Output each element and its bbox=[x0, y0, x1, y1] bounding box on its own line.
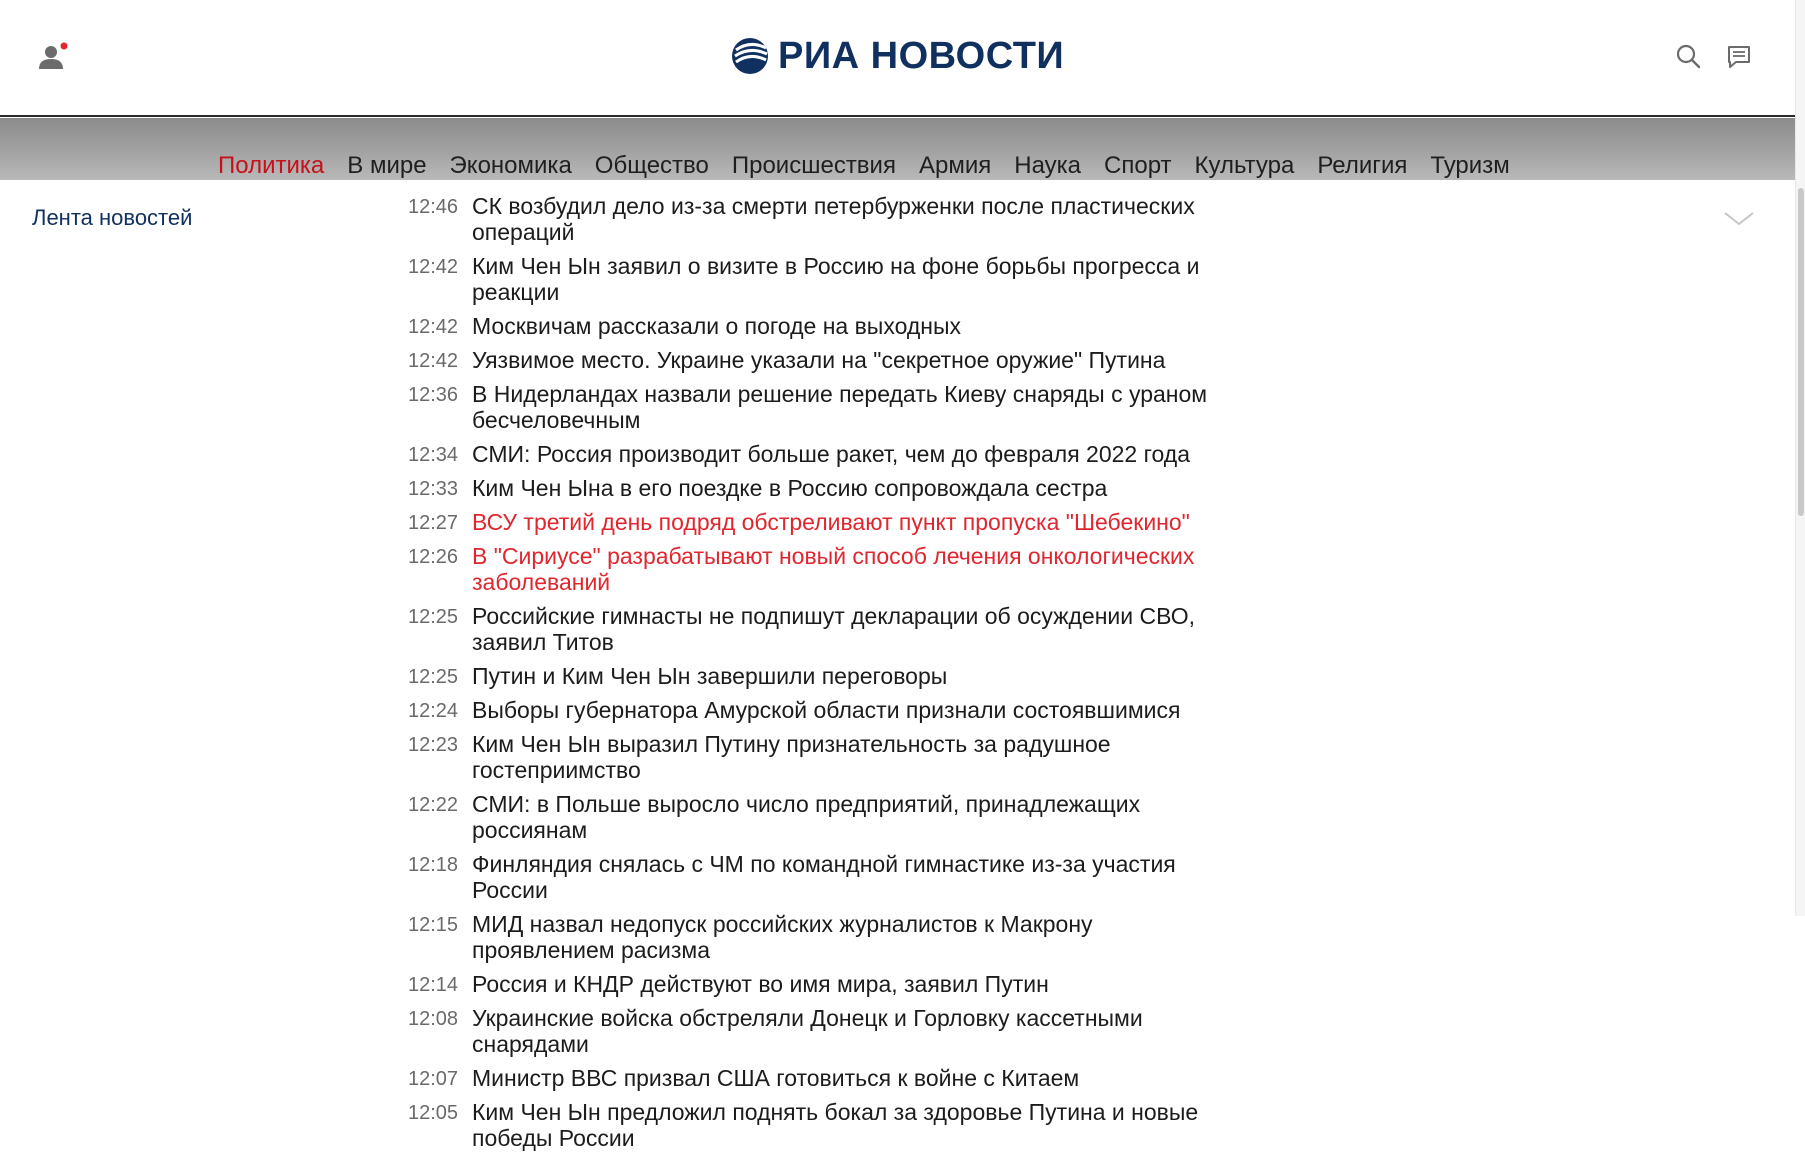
news-time: 12:25 bbox=[408, 606, 459, 628]
news-headline-link[interactable]: Ким Чен Ына в его поездке в Россию сопро… bbox=[472, 475, 1107, 501]
news-item[interactable]: 12:05 Ким Чен Ын предложил поднять бокал … bbox=[408, 1099, 1428, 1151]
nav-item[interactable]: Экономика bbox=[450, 152, 572, 180]
news-headline-link[interactable]: СК возбудил дело из-за смерти петербурже… bbox=[472, 193, 1212, 245]
news-time: 12:23 bbox=[408, 734, 459, 756]
news-time: 12:42 bbox=[408, 316, 459, 338]
nav-item[interactable]: Религия bbox=[1317, 152, 1407, 180]
nav-item[interactable]: Туризм bbox=[1430, 152, 1509, 180]
news-headline-link[interactable]: СМИ: в Польше выросло число предприятий,… bbox=[472, 791, 1212, 843]
news-headline-link[interactable]: В Нидерландах назвали решение передать К… bbox=[472, 381, 1212, 433]
news-time: 12:25 bbox=[408, 666, 459, 688]
news-time: 12:05 bbox=[408, 1102, 459, 1124]
search-icon bbox=[1676, 44, 1701, 69]
news-time: 12:27 bbox=[408, 512, 459, 534]
news-item[interactable]: 12:24 Выборы губернатора Амурской области… bbox=[408, 697, 1428, 723]
news-item[interactable]: 12:25 Путин и Ким Чен Ын завершили перего… bbox=[408, 663, 1428, 689]
news-time: 12:34 bbox=[408, 444, 459, 466]
news-headline-link[interactable]: Путин и Ким Чен Ын завершили переговоры bbox=[472, 663, 947, 689]
news-time: 12:46 bbox=[408, 196, 459, 218]
nav-item[interactable]: Общество bbox=[595, 152, 709, 180]
news-item[interactable]: 12:27 ВСУ третий день подряд обстреливают… bbox=[408, 509, 1428, 535]
expand-feed-button[interactable] bbox=[1722, 208, 1756, 230]
news-time: 12:24 bbox=[408, 700, 459, 722]
news-item[interactable]: 12:18 Финляндия снялась с ЧМ по командной… bbox=[408, 851, 1428, 903]
news-headline-link[interactable]: СМИ: Россия производит больше ракет, чем… bbox=[472, 441, 1190, 467]
news-item[interactable]: 12:22 СМИ: в Польше выросло число предпри… bbox=[408, 791, 1428, 843]
chat-icon bbox=[1728, 46, 1750, 68]
site-header: РИА НОВОСТИ bbox=[0, 0, 1795, 117]
news-feed-list: 12:46 СК возбудил дело из-за смерти петер… bbox=[408, 193, 1428, 1159]
news-item[interactable]: 12:07 Министр ВВС призвал США готовиться … bbox=[408, 1065, 1428, 1091]
notification-dot bbox=[60, 42, 68, 50]
news-headline-link[interactable]: В "Сириусе" разрабатывают новый способ л… bbox=[472, 543, 1212, 595]
news-headline-link[interactable]: Россия и КНДР действуют во имя мира, зая… bbox=[472, 971, 1049, 997]
news-time: 12:42 bbox=[408, 256, 459, 278]
news-headline-link[interactable]: Министр ВВС призвал США готовиться к вой… bbox=[472, 1065, 1079, 1091]
news-item[interactable]: 12:36 В Нидерландах назвали решение перед… bbox=[408, 381, 1428, 433]
news-time: 12:14 bbox=[408, 974, 459, 996]
news-headline-link[interactable]: Российские гимнасты не подпишут декларац… bbox=[472, 603, 1212, 655]
nav-item[interactable]: Армия bbox=[919, 152, 991, 180]
news-item[interactable]: 12:25 Российские гимнасты не подпишут дек… bbox=[408, 603, 1428, 655]
user-account-button[interactable] bbox=[36, 42, 70, 72]
nav-item[interactable]: Происшествия bbox=[732, 152, 896, 180]
news-item[interactable]: 12:08 Украинские войска обстреляли Донецк… bbox=[408, 1005, 1428, 1057]
news-item[interactable]: 12:42 Уязвимое место. Украине указали на … bbox=[408, 347, 1428, 373]
category-nav: Политика В мире Экономика Общество Происшест… bbox=[0, 118, 1795, 180]
category-nav-items: Политика В мире Экономика Общество Происшест… bbox=[218, 152, 1533, 180]
news-feed-title[interactable]: Лента новостей bbox=[32, 205, 192, 231]
news-time: 12:18 bbox=[408, 854, 459, 876]
news-item[interactable]: 12:26 В "Сириусе" разрабатывают новый спо… bbox=[408, 543, 1428, 595]
news-headline-link[interactable]: Ким Чен Ын предложил поднять бокал за зд… bbox=[472, 1099, 1212, 1151]
nav-item[interactable]: Культура bbox=[1195, 152, 1295, 180]
nav-item[interactable]: В мире bbox=[347, 152, 426, 180]
news-item[interactable]: 12:42 Ким Чен Ын заявил о визите в Россию… bbox=[408, 253, 1428, 305]
news-time: 12:07 bbox=[408, 1068, 459, 1090]
user-icon bbox=[39, 42, 68, 69]
chevron-down-icon bbox=[1724, 212, 1754, 226]
news-headline-link[interactable]: Финляндия снялась с ЧМ по командной гимн… bbox=[472, 851, 1212, 903]
news-item[interactable]: 12:23 Ким Чен Ын выразил Путину признател… bbox=[408, 731, 1428, 783]
news-item[interactable]: 12:14 Россия и КНДР действуют во имя мира… bbox=[408, 971, 1428, 997]
news-headline-link[interactable]: Уязвимое место. Украине указали на "секр… bbox=[472, 347, 1165, 373]
nav-item[interactable]: Спорт bbox=[1104, 152, 1172, 180]
nav-item[interactable]: Политика bbox=[218, 152, 324, 180]
news-item[interactable]: 12:42 Москвичам рассказали о погоде на вы… bbox=[408, 313, 1428, 339]
search-button[interactable] bbox=[1674, 42, 1704, 72]
logo-text: РИА НОВОСТИ bbox=[778, 34, 1065, 77]
news-item[interactable]: 12:46 СК возбудил дело из-за смерти петер… bbox=[408, 193, 1428, 245]
news-item[interactable]: 12:34 СМИ: Россия производит больше ракет… bbox=[408, 441, 1428, 467]
news-time: 12:15 bbox=[408, 914, 459, 936]
news-time: 12:26 bbox=[408, 546, 459, 568]
news-item[interactable]: 12:15 МИД назвал недопуск российских журн… bbox=[408, 911, 1428, 963]
news-headline-link[interactable]: ВСУ третий день подряд обстреливают пунк… bbox=[472, 509, 1190, 535]
chat-button[interactable] bbox=[1724, 42, 1754, 72]
news-time: 12:42 bbox=[408, 350, 459, 372]
news-headline-link[interactable]: Ким Чен Ын выразил Путину признательност… bbox=[472, 731, 1212, 783]
news-headline-link[interactable]: Украинские войска обстреляли Донецк и Го… bbox=[472, 1005, 1212, 1057]
page-scrollbar[interactable] bbox=[1795, 0, 1805, 916]
news-headline-link[interactable]: МИД назвал недопуск российских журналист… bbox=[472, 911, 1212, 963]
news-time: 12:33 bbox=[408, 478, 459, 500]
news-time: 12:36 bbox=[408, 384, 459, 406]
news-time: 12:08 bbox=[408, 1008, 459, 1030]
scrollbar-thumb[interactable] bbox=[1798, 188, 1804, 516]
news-headline-link[interactable]: Выборы губернатора Амурской области приз… bbox=[472, 697, 1180, 723]
news-headline-link[interactable]: Ким Чен Ын заявил о визите в Россию на ф… bbox=[472, 253, 1212, 305]
nav-item[interactable]: Наука bbox=[1014, 152, 1081, 180]
ria-logo-icon bbox=[732, 38, 768, 74]
news-headline-link[interactable]: Москвичам рассказали о погоде на выходны… bbox=[472, 313, 961, 339]
site-logo[interactable]: РИА НОВОСТИ bbox=[730, 34, 1064, 78]
news-item[interactable]: 12:33 Ким Чен Ына в его поездке в Россию … bbox=[408, 475, 1428, 501]
news-time: 12:22 bbox=[408, 794, 459, 816]
